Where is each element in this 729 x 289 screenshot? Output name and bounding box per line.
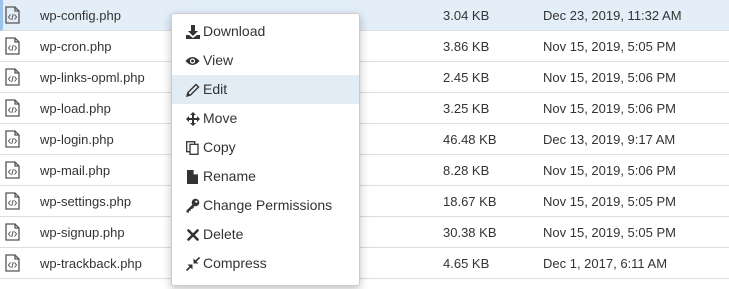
eye-icon (185, 53, 200, 68)
file-row[interactable]: wp-signup.php 30.38 KB Nov 15, 2019, 5:05 … (0, 217, 729, 248)
file-modified-date: Dec 13, 2019, 9:17 AM (543, 132, 676, 147)
file-name[interactable]: wp-cron.php (40, 39, 112, 54)
file-size: 8.28 KB (443, 163, 490, 178)
copy-icon (185, 140, 200, 155)
compress-icon (185, 256, 200, 271)
file-size: 3.04 KB (443, 8, 490, 23)
file-name[interactable]: wp-load.php (40, 101, 111, 116)
file-name[interactable]: wp-mail.php (40, 163, 110, 178)
menu-item-label: Rename (203, 168, 256, 184)
file-size: 2.45 KB (443, 70, 490, 85)
code-file-icon (5, 99, 20, 117)
pencil-icon (185, 82, 200, 97)
file-row[interactable]: wp-cron.php 3.86 KB Nov 15, 2019, 5:05 PM (0, 31, 729, 62)
file-row[interactable]: wp-trackback.php 4.65 KB Dec 1, 2017, 6:11… (0, 248, 729, 279)
file-name[interactable]: wp-settings.php (40, 194, 131, 209)
file-row[interactable]: wp-load.php 3.25 KB Nov 15, 2019, 5:06 PM (0, 93, 729, 124)
code-file-icon (5, 254, 20, 272)
file-modified-date: Nov 15, 2019, 5:05 PM (543, 39, 676, 54)
menu-item-rename[interactable]: Rename (172, 162, 359, 191)
file-size: 18.67 KB (443, 194, 497, 209)
menu-item-edit[interactable]: Edit (172, 75, 359, 104)
file-name[interactable]: wp-login.php (40, 132, 114, 147)
file-modified-date: Dec 1, 2017, 6:11 AM (543, 256, 668, 271)
file-row[interactable]: wp-links-opml.php 2.45 KB Nov 15, 2019, 5:… (0, 62, 729, 93)
file-size: 30.38 KB (443, 225, 497, 240)
menu-item-label: Change Permissions (203, 197, 333, 213)
file-icon (185, 169, 200, 184)
menu-item-move[interactable]: Move (172, 104, 359, 133)
file-name[interactable]: wp-config.php (40, 8, 121, 23)
file-modified-date: Nov 15, 2019, 5:06 PM (543, 163, 676, 178)
menu-item-label: Download (203, 23, 266, 39)
code-file-icon (5, 223, 20, 241)
menu-item-view[interactable]: View (172, 46, 359, 75)
menu-item-label: Compress (203, 255, 267, 271)
menu-item-label: Delete (203, 226, 244, 242)
file-modified-date: Nov 15, 2019, 5:05 PM (543, 194, 676, 209)
file-modified-date: Dec 23, 2019, 11:32 AM (543, 8, 682, 23)
menu-item-compress[interactable]: Compress (172, 249, 359, 278)
code-file-icon (5, 37, 20, 55)
file-size: 3.86 KB (443, 39, 490, 54)
file-modified-date: Nov 15, 2019, 5:06 PM (543, 101, 676, 116)
file-name[interactable]: wp-trackback.php (40, 256, 142, 271)
download-icon (185, 24, 200, 39)
file-size: 46.48 KB (443, 132, 497, 147)
code-file-icon (5, 68, 20, 86)
file-modified-date: Nov 15, 2019, 5:06 PM (543, 70, 676, 85)
menu-item-label: Copy (203, 139, 236, 155)
file-list-table: wp-config.php 3.04 KB Dec 23, 2019, 11:32 … (0, 0, 729, 279)
file-modified-date: Nov 15, 2019, 5:05 PM (543, 225, 676, 240)
menu-item-change-permissions[interactable]: Change Permissions (172, 191, 359, 220)
file-name[interactable]: wp-signup.php (40, 225, 125, 240)
file-size: 3.25 KB (443, 101, 490, 116)
code-file-icon (5, 192, 20, 210)
file-size: 4.65 KB (443, 256, 490, 271)
file-row[interactable]: wp-login.php 46.48 KB Dec 13, 2019, 9:17 A… (0, 124, 729, 155)
code-file-icon (5, 130, 20, 148)
code-file-icon (5, 6, 20, 24)
menu-item-label: Move (203, 110, 238, 126)
menu-item-download[interactable]: Download (172, 17, 359, 46)
code-file-icon (5, 161, 20, 179)
file-row[interactable]: wp-config.php 3.04 KB Dec 23, 2019, 11:32 … (0, 0, 729, 31)
menu-item-copy[interactable]: Copy (172, 133, 359, 162)
file-name[interactable]: wp-links-opml.php (40, 70, 145, 85)
file-row[interactable]: wp-mail.php 8.28 KB Nov 15, 2019, 5:06 PM (0, 155, 729, 186)
key-icon (185, 198, 200, 213)
move-arrows-icon (185, 111, 200, 126)
x-icon (185, 227, 200, 242)
menu-item-label: Edit (203, 81, 228, 97)
file-context-menu: Download View Edit Move Copy Rename Change Per… (171, 13, 360, 286)
menu-item-label: View (203, 52, 234, 68)
file-row[interactable]: wp-settings.php 18.67 KB Nov 15, 2019, 5:0… (0, 186, 729, 217)
menu-item-delete[interactable]: Delete (172, 220, 359, 249)
